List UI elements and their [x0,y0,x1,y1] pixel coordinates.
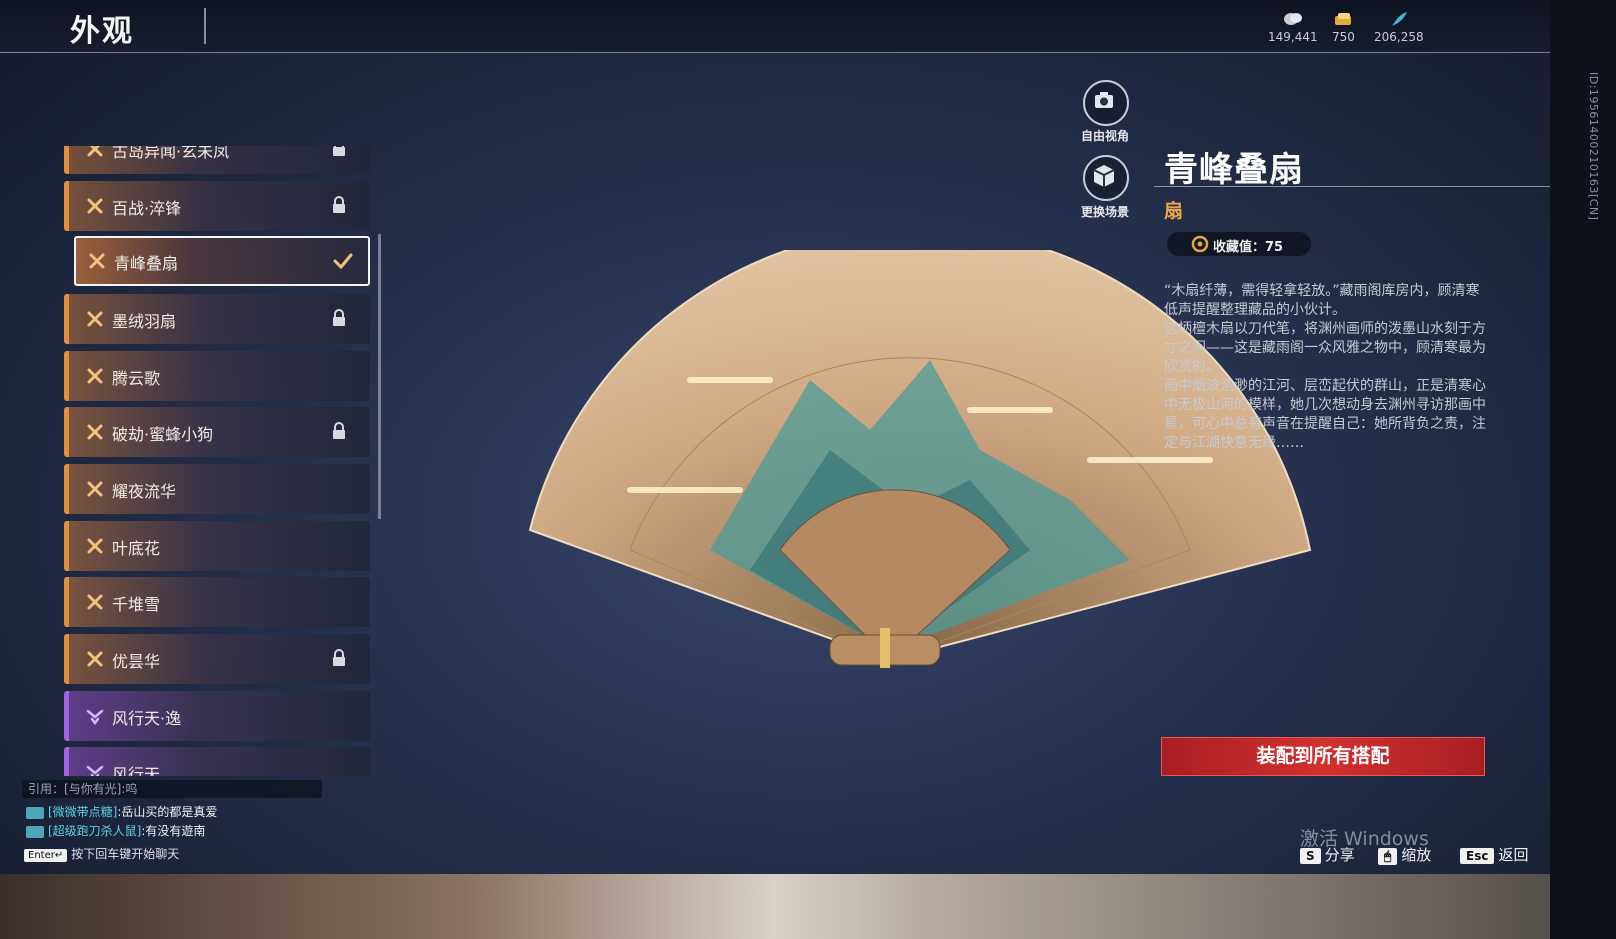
feather-token-icon [1391,12,1407,26]
flower-rarity-icon [87,368,103,384]
collect-value-badge: 收藏值：75 [1167,232,1311,256]
list-item[interactable]: 耀夜流华 [64,464,370,514]
background-scene-strip [0,874,1550,939]
collect-value-text: 收藏值：75 [1213,240,1284,255]
chat-channel-icon [26,825,44,838]
item-type: 扇 [1164,200,1184,222]
chat-input-hint[interactable]: Enter↵ 按下回车键开始聊天 [24,845,179,862]
back-hint[interactable]: Esc 返回 [1460,844,1528,865]
lock-icon [333,196,345,213]
lock-icon [333,146,345,156]
title-divider [204,8,206,44]
list-item[interactable]: 墨绒羽扇 [64,294,370,344]
appearance-list[interactable]: 古岛异闻·玄未凤 百战·淬锋 青峰叠扇 墨绒羽扇 腾云歌 破劫·蜜蜂小狗 耀夜流… [64,146,382,776]
share-key: S [1300,848,1321,864]
list-item-label: 墨绒羽扇 [112,312,177,331]
currency-feathers: 206,258 [1374,10,1424,44]
flower-rarity-icon [87,594,103,610]
account-id: ID:19561400210163[CN] [1587,72,1600,221]
flower-rarity-icon [87,311,103,327]
lock-icon [333,422,345,439]
chat-line: [微微带点糖]:岳山买的都是真爱 [26,803,217,819]
list-item-label: 耀夜流华 [112,482,177,501]
list-item[interactable]: 叶底花 [64,521,370,571]
list-item-label: 古岛异闻·玄未凤 [112,146,230,161]
flower-rarity-icon [87,651,103,667]
flower-rarity-icon [87,146,103,157]
page-title: 外观 [70,14,134,49]
flower-rarity-icon [87,424,103,440]
currency-coins: 149,441 [1268,10,1318,44]
name-divider [1154,186,1550,187]
checkmark-icon [333,253,353,270]
currency-coins-value: 149,441 [1268,30,1318,44]
chat-sender[interactable]: [超级跑刀杀人鼠] [48,824,141,838]
list-item[interactable]: 百战·淬锋 [64,181,370,231]
top-bar: 外观 149,441 750 206,258 [0,0,1600,53]
description-paragraph: 这柄檀木扇以刀代笔，将渊州画师的泼墨山水刻于方寸之间——这是藏雨阁一众风雅之物中… [1164,321,1486,375]
coin-stack-icon [1283,13,1302,25]
right-edge-strip [1550,0,1616,939]
chat-hint-text: 按下回车键开始聊天 [71,847,180,861]
chat-quote: 引用：[与你有光]:呜 [22,780,322,798]
list-item-selected[interactable]: 青峰叠扇 [74,236,370,286]
chat-sender[interactable]: [微微带点糖] [48,805,117,819]
back-label: 返回 [1498,846,1529,864]
chat-line: [超级跑刀杀人鼠]:有没有遊南 [26,822,205,838]
list-item-label: 千堆雪 [112,595,161,614]
flower-rarity-icon [87,538,103,554]
list-item[interactable]: 破劫·蜜蜂小狗 [64,407,370,457]
lock-icon [333,649,345,666]
list-scrollbar[interactable] [378,234,381,519]
list-item-label: 叶底花 [112,539,161,558]
item-description: “木扇纤薄，需得轻拿轻放。”藏雨阁库房内，顾清寒低声提醒整理藏品的小伙计。 这柄… [1164,282,1490,453]
wing-rarity-icon [86,765,104,776]
zoom-label: 缩放 [1401,846,1432,864]
chat-channel-icon [26,806,44,819]
camera-icon [1095,92,1113,108]
enter-key-badge: Enter↵ [24,849,68,862]
list-item[interactable]: 千堆雪 [64,577,370,627]
zoom-hint[interactable]: 🖱 缩放 [1378,844,1431,865]
wing-rarity-icon [86,709,104,725]
lock-icon [333,309,345,326]
list-item-label: 百战·淬锋 [112,199,182,218]
flower-rarity-icon [87,198,103,214]
list-item-label: 腾云歌 [112,369,161,388]
list-item-label: 破劫·蜜蜂小狗 [112,425,214,444]
list-item[interactable]: 风行天·逸 [64,691,370,741]
gold-ticket-icon [1335,13,1352,25]
currency-tickets: 750 [1332,10,1355,44]
flower-rarity-icon [87,481,103,497]
chat-message: :有没有遊南 [141,824,206,838]
list-item[interactable]: 优昙华 [64,634,370,684]
esc-key: Esc [1460,848,1495,864]
list-item-label: 优昙华 [112,652,161,671]
list-item[interactable]: 古岛异闻·玄未凤 [64,146,370,174]
currency-tickets-value: 750 [1332,30,1355,44]
list-item[interactable]: 腾云歌 [64,351,370,401]
share-label: 分享 [1324,846,1355,864]
share-hint[interactable]: S 分享 [1300,844,1355,865]
change-scene-label: 更换场景 [1080,205,1129,219]
equip-all-button[interactable]: 装配到所有搭配 [1161,737,1485,776]
flower-rarity-icon [89,253,105,269]
chat-message: :岳山买的都是真爱 [117,805,218,819]
collection-icon [1191,235,1209,253]
item-name: 青峰叠扇 [1164,150,1304,190]
currency-feathers-value: 206,258 [1374,30,1424,44]
list-item-label: 风行天 [112,765,161,776]
free-view-button[interactable] [1083,80,1129,126]
list-item-label: 青峰叠扇 [114,254,179,273]
cube-icon [1093,165,1115,187]
mouse-icon: 🖱 [1378,848,1398,865]
free-view-label: 自由视角 [1080,129,1129,143]
description-paragraph: 画中烟波浩渺的江河、层峦起伏的群山，正是清寒心中无极山河的模样，她几次想动身去渊… [1164,378,1486,451]
list-item[interactable]: 风行天 [64,747,370,776]
change-scene-button[interactable] [1083,155,1129,201]
description-paragraph: “木扇纤薄，需得轻拿轻放。”藏雨阁库房内，顾清寒低声提醒整理藏品的小伙计。 [1164,283,1480,318]
list-item-label: 风行天·逸 [112,709,182,728]
